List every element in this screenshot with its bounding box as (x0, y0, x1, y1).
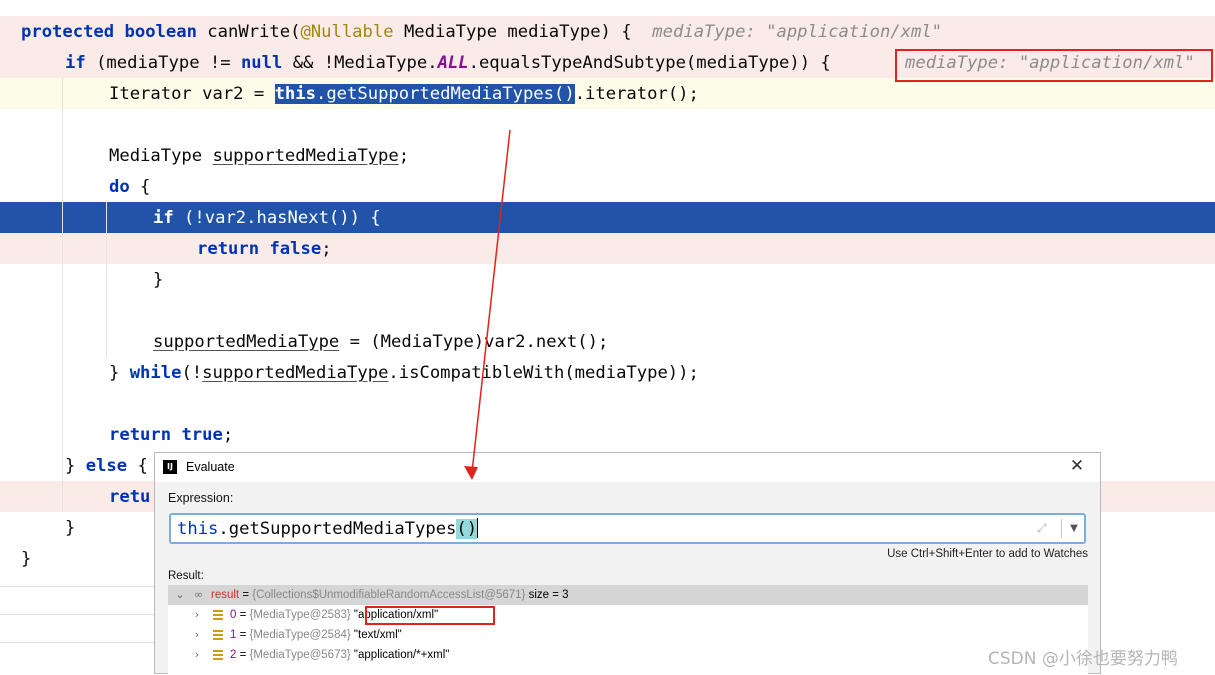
watermark: CSDN @小徐也要努力鸭 (988, 649, 1178, 669)
annotation-arrow (464, 129, 511, 480)
